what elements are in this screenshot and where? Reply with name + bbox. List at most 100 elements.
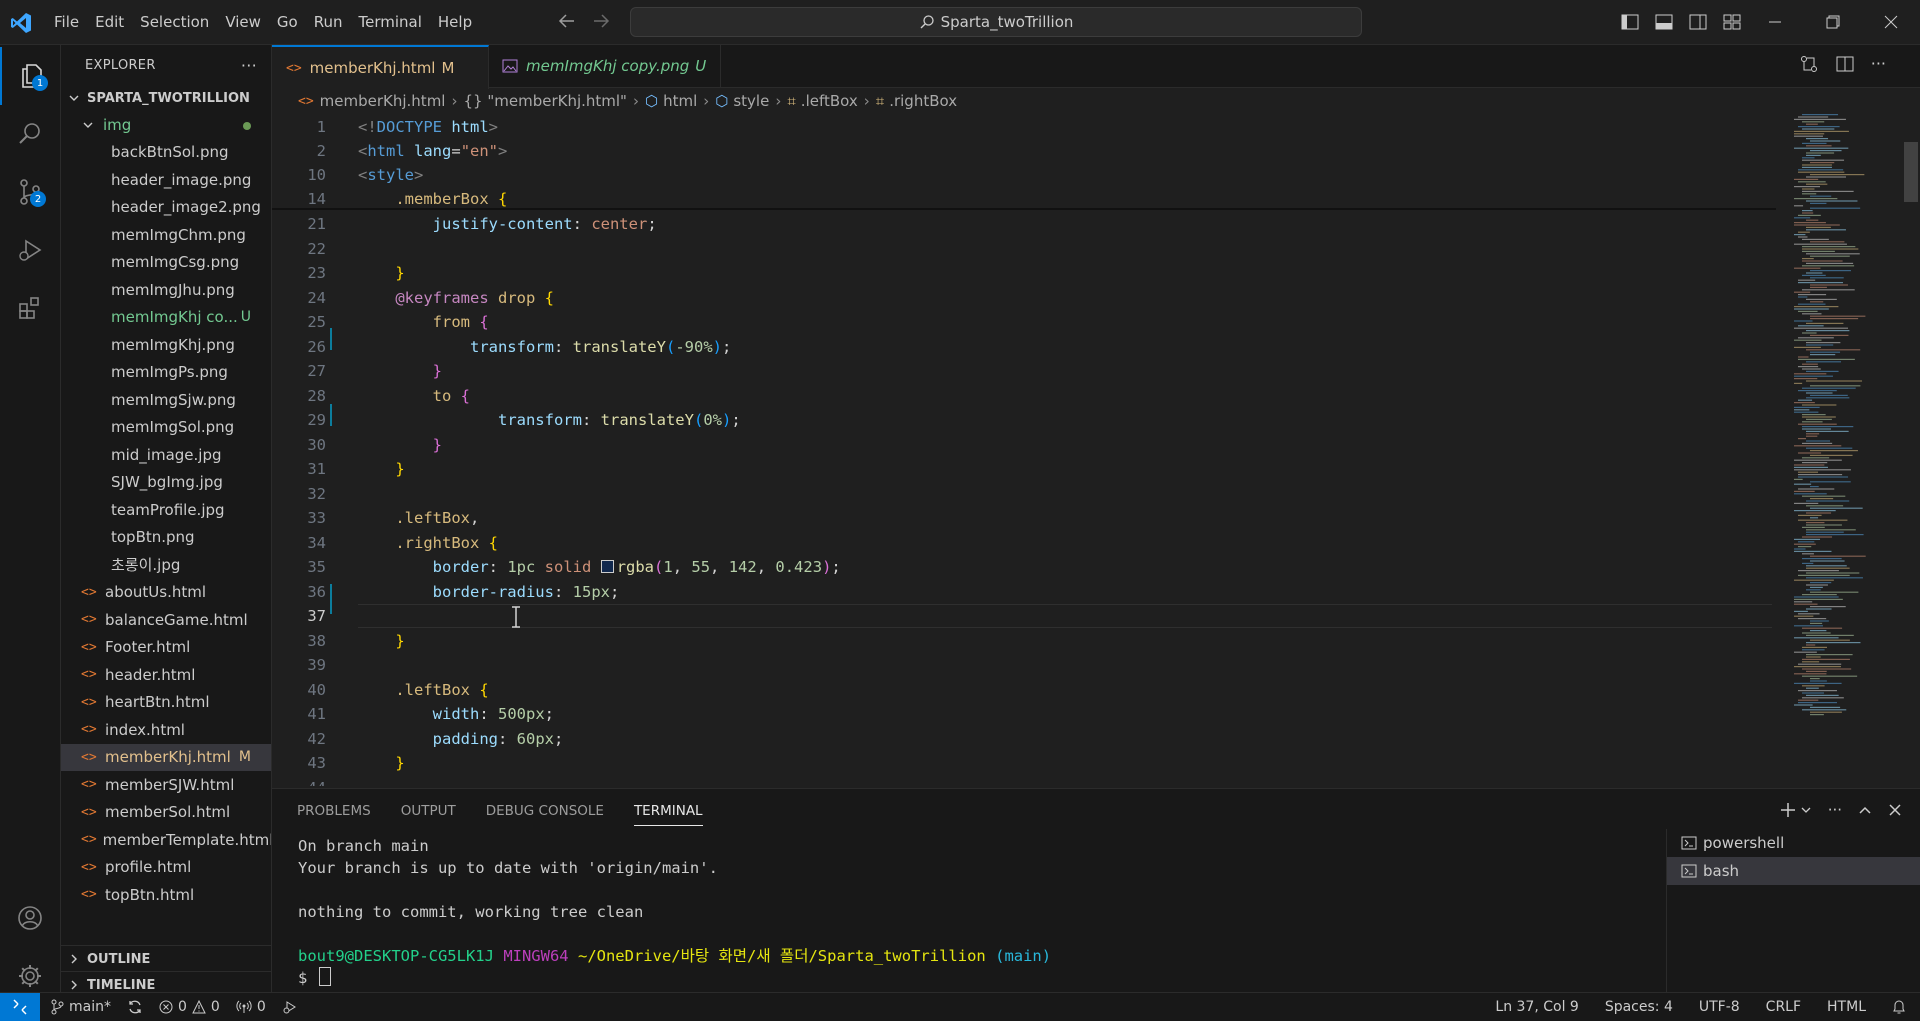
file-item[interactable]: teamProfile.jpg	[61, 496, 271, 524]
file-item[interactable]: <> profile.html	[61, 854, 271, 882]
file-item[interactable]: memImgPs.png	[61, 359, 271, 387]
restore-icon[interactable]	[1804, 0, 1862, 44]
code-line[interactable]: 40 .leftBox {	[272, 678, 1776, 702]
code-line[interactable]: 39	[272, 653, 1776, 677]
terminal-output[interactable]: On branch main Your branch is up to date…	[298, 835, 1678, 989]
code-line[interactable]: 23 }	[272, 261, 1776, 285]
file-item[interactable]: <> aboutUs.html	[61, 579, 271, 607]
breadcrumb-rightbox[interactable]: .rightBox	[889, 92, 957, 110]
file-item[interactable]: <> heartBtn.html	[61, 689, 271, 717]
file-item[interactable]: <> header.html	[61, 661, 271, 689]
line-ending[interactable]: CRLF	[1766, 999, 1801, 1015]
code-line[interactable]: 24 @keyframes drop {	[272, 286, 1776, 310]
scrollbar-thumb[interactable]	[1904, 142, 1918, 202]
bell-icon[interactable]	[1892, 999, 1906, 1015]
code-line[interactable]: 31 }	[272, 457, 1776, 481]
file-item[interactable]: <> memberSol.html	[61, 799, 271, 827]
menu-help[interactable]: Help	[430, 0, 480, 44]
code-line[interactable]: 35 border: 1pc solid rgba(1, 55, 142, 0.…	[272, 555, 1776, 579]
outline-section[interactable]: OUTLINE	[61, 945, 271, 972]
menu-selection[interactable]: Selection	[132, 0, 217, 44]
minimize-icon[interactable]	[1746, 0, 1804, 44]
tab-terminal[interactable]: TERMINAL	[633, 803, 703, 826]
more-actions-icon[interactable]: ···	[1871, 54, 1886, 74]
ports-indicator[interactable]: 0	[236, 999, 266, 1015]
file-item[interactable]: <> memberTemplate.html	[61, 826, 271, 854]
problems-indicator[interactable]: 0 0	[159, 999, 220, 1015]
breadcrumb-file[interactable]: memberKhj.html	[320, 92, 446, 110]
file-item[interactable]: header_image2.png	[61, 194, 271, 222]
extensions-activity[interactable]	[0, 279, 60, 337]
new-terminal-icon[interactable]	[1780, 802, 1796, 818]
source-control-activity[interactable]: 2	[0, 163, 60, 221]
code-line[interactable]: 41 width: 500px;	[272, 702, 1776, 726]
file-item[interactable]: memImgChm.png	[61, 221, 271, 249]
menu-go[interactable]: Go	[269, 0, 306, 44]
debug-launch-icon[interactable]	[282, 999, 298, 1015]
run-debug-activity[interactable]	[0, 221, 60, 279]
sticky-code-line[interactable]: 10 <style>	[272, 163, 1776, 187]
file-item[interactable]: memImgKhj.png	[61, 331, 271, 359]
tab-output[interactable]: OUTPUT	[401, 803, 456, 826]
file-item[interactable]: <> memberSJW.html	[61, 771, 271, 799]
file-item[interactable]: <> memberKhj.html M	[61, 743, 271, 771]
minimap[interactable]	[1780, 114, 1900, 786]
terminal-item-powershell[interactable]: powershell	[1667, 829, 1920, 857]
sticky-code-line[interactable]: 1 <!DOCTYPE html>	[272, 115, 1776, 139]
code-line[interactable]: 32	[272, 482, 1776, 506]
tab-memimgkhj-copy-png[interactable]: memImgKhj copy.png U	[488, 45, 722, 87]
file-item[interactable]: <> balanceGame.html	[61, 606, 271, 634]
back-arrow-icon[interactable]	[556, 10, 578, 32]
terminal-input-line[interactable]: $	[298, 967, 1678, 989]
code-line[interactable]: 30 }	[272, 433, 1776, 457]
toggle-secondary-sidebar-icon[interactable]	[1686, 10, 1710, 34]
customize-layout-icon[interactable]	[1720, 10, 1744, 34]
file-item[interactable]: memImgJhu.png	[61, 276, 271, 304]
code-line[interactable]: 42 padding: 60px;	[272, 727, 1776, 751]
folder-img[interactable]: img	[61, 111, 271, 139]
code-line[interactable]: 43 }	[272, 751, 1776, 775]
maximize-panel-icon[interactable]	[1858, 803, 1872, 817]
explorer-activity[interactable]: 1	[0, 47, 62, 105]
code-line[interactable]: 26 transform: translateY(-90%);	[272, 335, 1776, 359]
sticky-code-line[interactable]: 14 .memberBox {	[272, 187, 1776, 211]
code-line[interactable]: 22	[272, 237, 1776, 261]
forward-arrow-icon[interactable]	[590, 10, 612, 32]
open-changes-icon[interactable]	[1799, 54, 1819, 74]
breadcrumb-document[interactable]: {} "memberKhj.html"	[463, 92, 626, 110]
code-line[interactable]: 28 to {	[272, 384, 1776, 408]
file-item[interactable]: <> index.html	[61, 716, 271, 744]
project-root[interactable]: SPARTA_TWOTRILLION	[61, 85, 271, 111]
menu-terminal[interactable]: Terminal	[351, 0, 430, 44]
split-editor-icon[interactable]	[1835, 54, 1855, 74]
toggle-panel-icon[interactable]	[1652, 10, 1676, 34]
code-line[interactable]: 33 .leftBox,	[272, 506, 1776, 530]
breadcrumb-style[interactable]: style	[733, 92, 769, 110]
file-item[interactable]: topBtn.png	[61, 524, 271, 552]
chevron-down-icon[interactable]	[1800, 804, 1812, 816]
file-item[interactable]: backBtnSol.png	[61, 139, 271, 167]
code-line[interactable]: 37	[272, 604, 1776, 628]
code-line[interactable]: 44	[272, 776, 1776, 787]
code-line[interactable]: 34 .rightBox {	[272, 531, 1776, 555]
more-actions-icon[interactable]: ···	[1828, 801, 1842, 819]
code-line[interactable]: 21 justify-content: center;	[272, 212, 1776, 236]
file-item[interactable]: header_image.png	[61, 166, 271, 194]
file-item[interactable]: mid_image.jpg	[61, 441, 271, 469]
file-item[interactable]: 초롱이.jpg	[61, 551, 271, 579]
tab-memberkhj-html[interactable]: <> memberKhj.html M	[272, 45, 489, 89]
file-item[interactable]: memImgCsg.png	[61, 249, 271, 277]
tab-debug-console[interactable]: DEBUG CONSOLE	[486, 803, 604, 826]
menu-file[interactable]: File	[46, 0, 87, 44]
editor-scrollbar[interactable]	[1904, 114, 1918, 786]
menu-run[interactable]: Run	[306, 0, 351, 44]
tab-problems[interactable]: PROBLEMS	[297, 803, 371, 826]
command-center-search[interactable]: Sparta_twoTrillion	[630, 7, 1362, 37]
code-line[interactable]: 29 transform: translateY(0%);	[272, 408, 1776, 432]
indentation[interactable]: Spaces: 4	[1605, 999, 1673, 1015]
file-item[interactable]: memImgKhj co... U	[61, 304, 271, 332]
file-item[interactable]: SJW_bgImg.jpg	[61, 469, 271, 497]
menu-edit[interactable]: Edit	[87, 0, 132, 44]
explorer-more-icon[interactable]: ···	[241, 56, 257, 75]
close-icon[interactable]	[1862, 0, 1920, 44]
